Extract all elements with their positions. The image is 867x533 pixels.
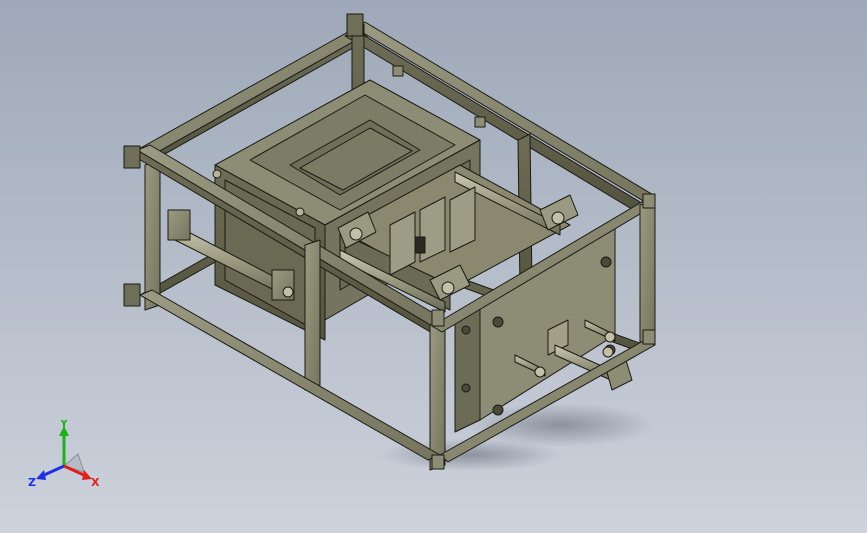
machine-assembly[interactable] <box>123 13 656 471</box>
triad-x-label: X <box>91 476 100 489</box>
axis-triad: Y X Z <box>28 420 100 489</box>
model-render[interactable] <box>0 0 867 533</box>
triad-y-label: Y <box>59 420 69 430</box>
graphics-viewport[interactable]: Y X Z <box>0 0 867 533</box>
triad-z-label: Z <box>28 476 36 489</box>
triad-z-axis <box>41 464 65 478</box>
triad-z-arrow <box>36 470 46 480</box>
